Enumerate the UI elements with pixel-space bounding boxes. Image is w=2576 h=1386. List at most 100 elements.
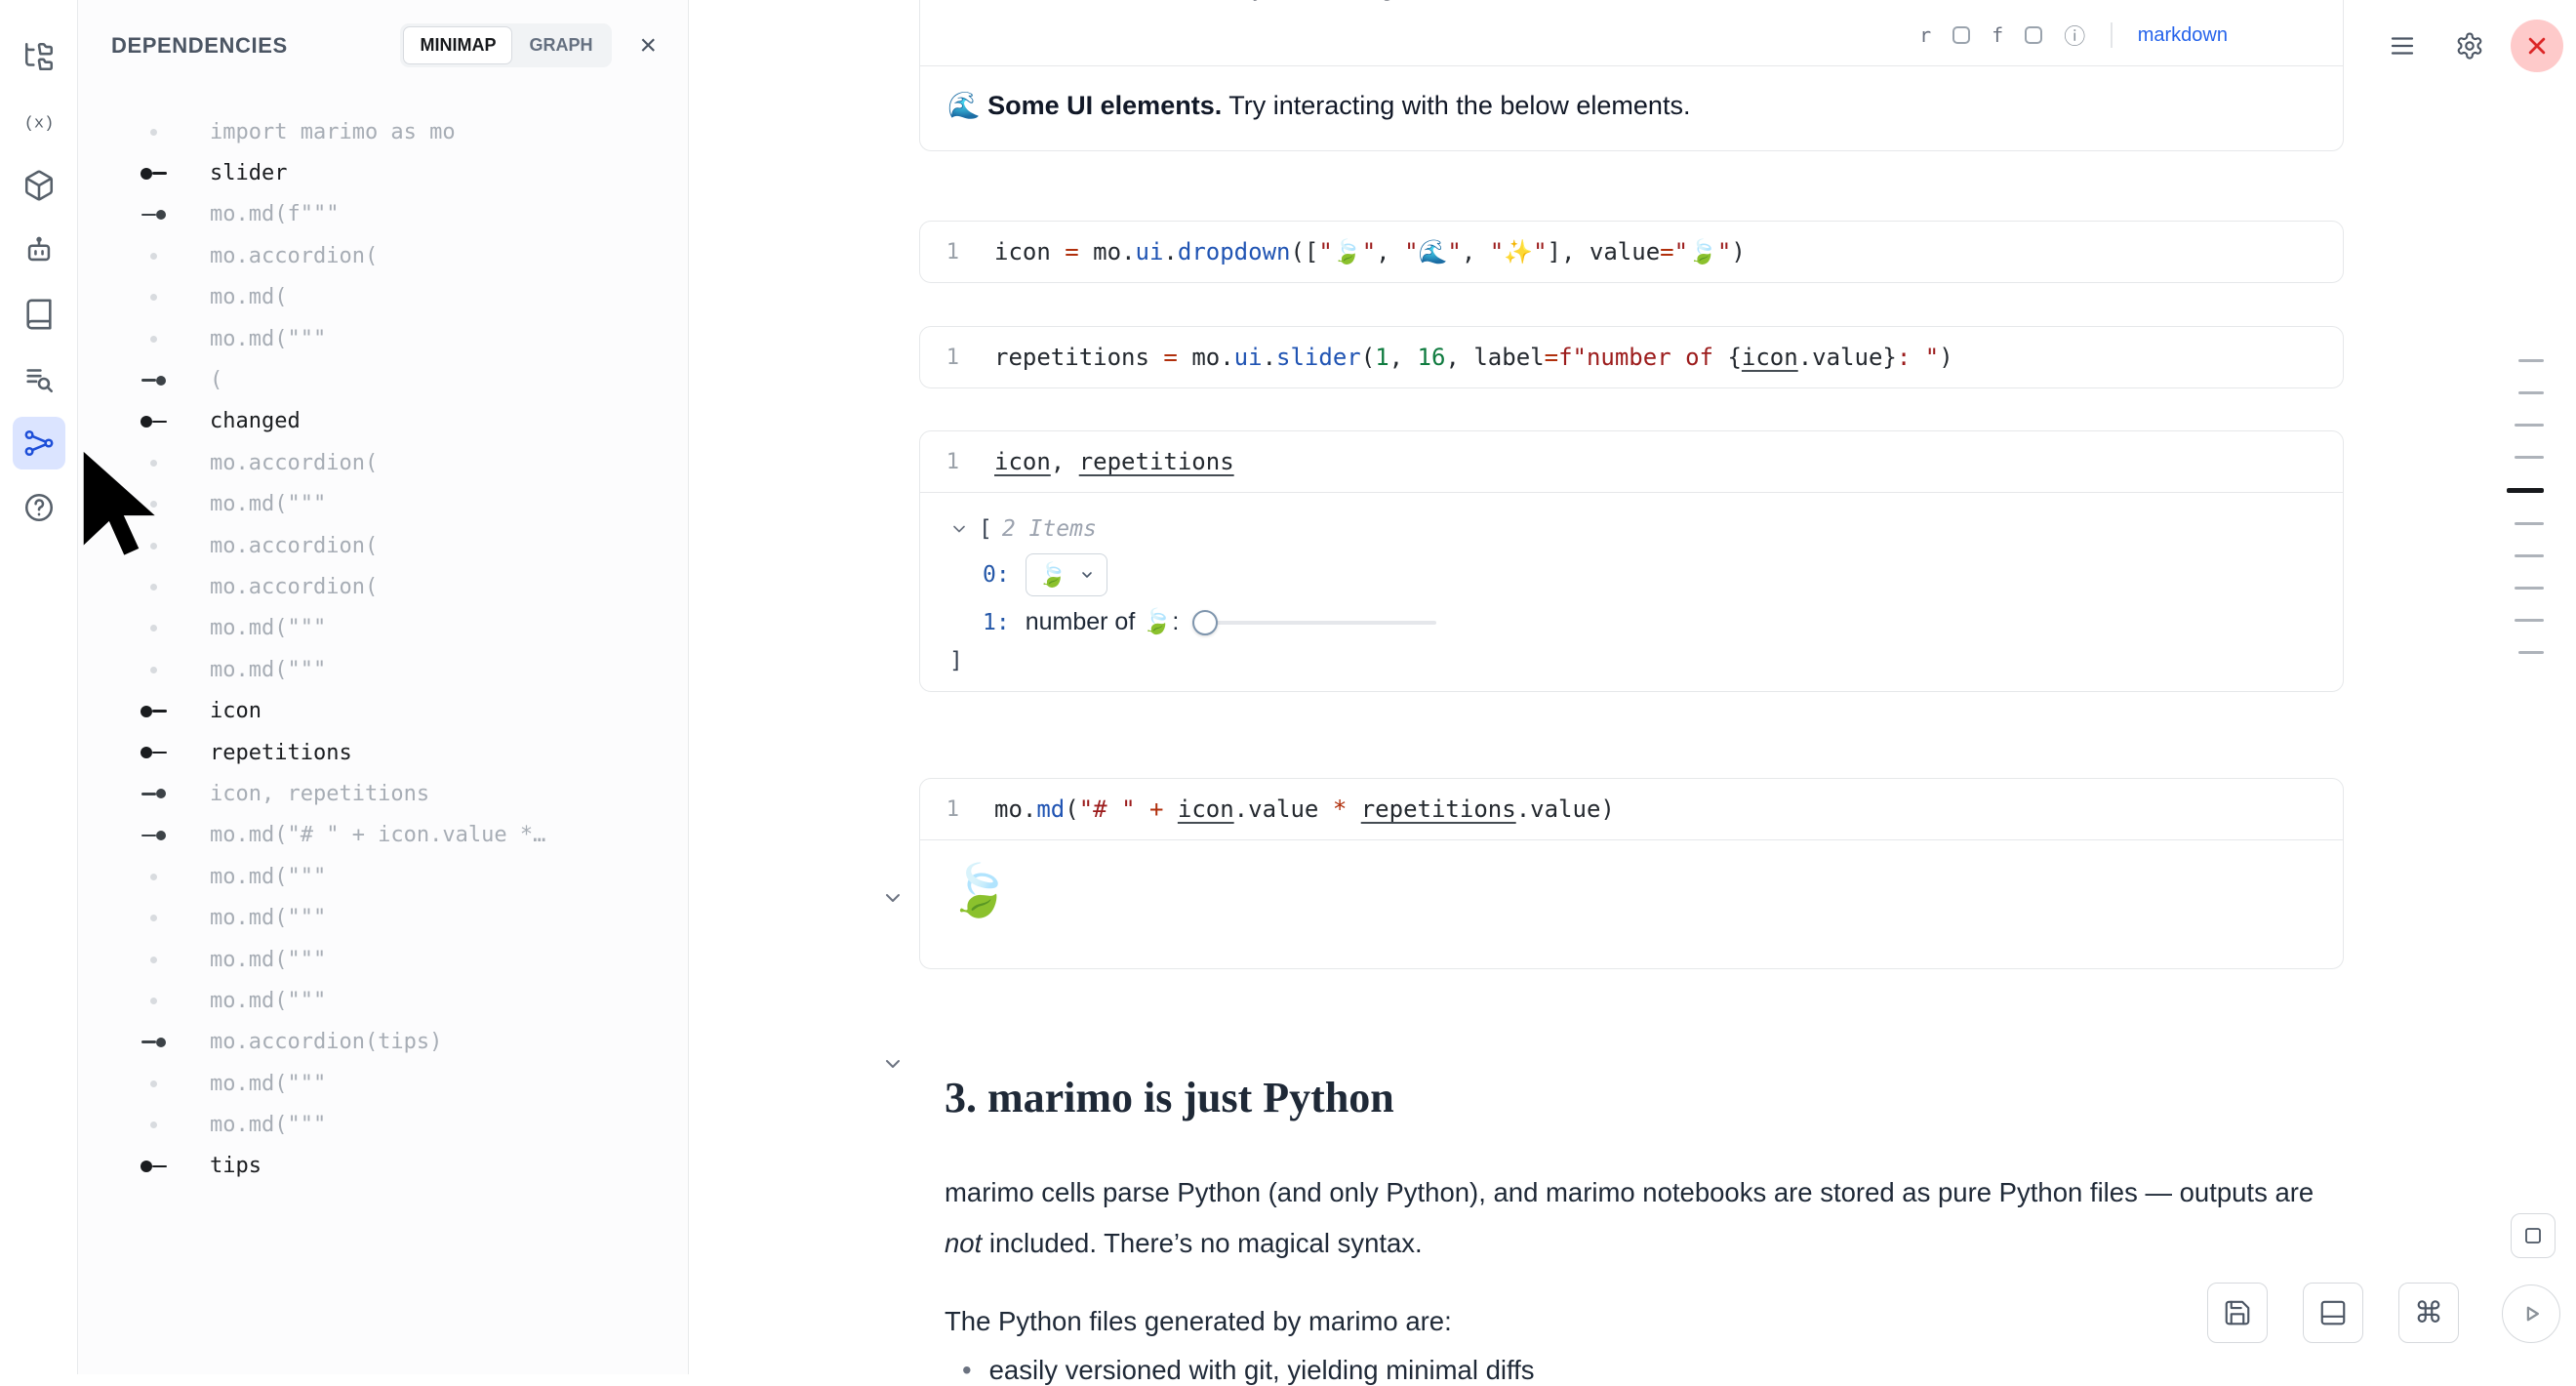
variable-link[interactable]: icon [1742, 344, 1798, 371]
slider-track[interactable] [1192, 621, 1436, 625]
variable-link[interactable]: icon [994, 448, 1051, 475]
keyboard-shortcuts-button[interactable]: ⌘ [2398, 1283, 2459, 1343]
dep-list-item[interactable]: slider [117, 152, 688, 193]
chevron-down-icon[interactable] [881, 886, 905, 913]
code-token: = [1660, 238, 1673, 265]
variable-link[interactable]: icon [1178, 795, 1234, 823]
code-line: mo.md("# " + icon.value * repetitions.va… [994, 795, 1615, 823]
variables-icon[interactable]: (x) [13, 95, 65, 147]
markdown-editor[interactable]: 🌊 Some UI elements. Try interacting with… [920, 0, 2343, 13]
dependencies-panel-header: DEPENDENCIES MINIMAP GRAPH × [78, 0, 688, 67]
command-icon: ⌘ [2414, 1296, 2443, 1330]
code-token: value [1590, 238, 1660, 265]
settings-button[interactable] [2443, 20, 2496, 72]
minimap-line[interactable] [2515, 619, 2544, 622]
code-token [1318, 795, 1332, 823]
dep-list-item[interactable]: icon [117, 690, 688, 731]
code-editor[interactable]: 1 mo.md("# " + icon.value * repetitions.… [920, 779, 2343, 839]
reactive-toggle-checkbox[interactable] [1952, 26, 1970, 44]
md-src-rest: Try interacting with the below elements. [1222, 0, 1690, 1]
minimap-line[interactable] [2515, 587, 2544, 590]
dep-list-item[interactable]: mo.accordion( [117, 525, 688, 566]
dep-list-item[interactable]: mo.md(""" [117, 1063, 688, 1104]
dep-list-item[interactable]: mo.accordion(tips) [117, 1022, 688, 1063]
dep-list-item[interactable]: ( [117, 359, 688, 400]
minimap-line[interactable] [2515, 424, 2544, 427]
format-toggle-checkbox[interactable] [2025, 26, 2042, 44]
tab-minimap[interactable]: MINIMAP [403, 26, 512, 64]
dependencies-icon[interactable] [13, 417, 65, 469]
shutdown-button[interactable] [2511, 20, 2563, 72]
dep-list-item[interactable]: mo.md(""" [117, 318, 688, 359]
dep-list-item[interactable]: mo.md(""" [117, 980, 688, 1021]
dep-list-item[interactable]: mo.md( [117, 277, 688, 318]
info-icon[interactable]: ⓘ [2058, 19, 2091, 52]
code-token: ) [1600, 795, 1614, 823]
dep-item-label: mo.md( [210, 285, 287, 309]
dropdown-select[interactable]: 🍃 [1026, 553, 1107, 596]
dep-list-item[interactable]: icon, repetitions [117, 773, 688, 814]
file-tree-icon[interactable] [13, 30, 65, 83]
dep-list-item[interactable]: mo.md(""" [117, 1104, 688, 1145]
packages-icon[interactable] [13, 159, 65, 212]
dep-item-label: mo.md(""" [210, 948, 326, 972]
dep-list-item[interactable]: changed [117, 401, 688, 442]
dep-list-item[interactable]: import marimo as mo [117, 111, 688, 152]
variable-link[interactable]: repetitions [1079, 448, 1234, 475]
chevron-down-icon[interactable] [949, 519, 969, 539]
dep-list-item[interactable]: mo.accordion( [117, 566, 688, 607]
tree-key: 0: [983, 562, 1010, 588]
dep-list-item[interactable]: mo.md(""" [117, 897, 688, 938]
dep-list-item[interactable]: mo.accordion( [117, 235, 688, 276]
code-editor[interactable]: 1 repetitions = mo.ui.slider(1, 16, labe… [920, 327, 2343, 387]
docs-icon[interactable] [13, 288, 65, 341]
minimap-line[interactable] [2507, 488, 2544, 493]
panel-toggle-button[interactable] [2511, 1213, 2556, 1258]
svg-text:(x): (x) [23, 114, 54, 133]
save-button[interactable] [2207, 1283, 2268, 1343]
code-token [1051, 238, 1065, 265]
code-token: , [1376, 238, 1404, 265]
dep-list-item[interactable]: mo.md(f""" [117, 194, 688, 235]
help-icon[interactable] [13, 481, 65, 534]
menu-button[interactable] [2376, 20, 2429, 72]
dep-list-item[interactable]: mo.accordion( [117, 442, 688, 483]
code-line: icon, repetitions [994, 448, 1234, 475]
dep-list-item[interactable]: repetitions [117, 732, 688, 773]
dep-list-item[interactable]: mo.md(""" [117, 484, 688, 525]
minimap-line[interactable] [2515, 522, 2544, 525]
tree-row-1: 1: number of 🍃: [949, 608, 2343, 636]
dep-marker-ref-icon [117, 831, 190, 840]
minimap-line[interactable] [2518, 391, 2544, 394]
minimap-line[interactable] [2518, 651, 2544, 654]
repetitions-slider[interactable] [1192, 609, 1436, 636]
code-token: ( [1065, 795, 1078, 823]
code-editor[interactable]: 1 icon, repetitions [920, 431, 2343, 492]
dep-list-item[interactable]: mo.md(""" [117, 856, 688, 897]
code-token: value [1248, 795, 1318, 823]
dep-list-item[interactable]: mo.md(""" [117, 608, 688, 649]
tree-header: [ 2 Items [949, 516, 2343, 542]
reactive-toggle-label[interactable]: r [1913, 22, 1937, 48]
tab-graph[interactable]: GRAPH [512, 26, 609, 64]
code-editor[interactable]: 1 icon = mo.ui.dropdown(["🍃", "🌊", "✨"],… [920, 222, 2343, 282]
close-panel-button[interactable]: × [633, 30, 663, 61]
minimap-line[interactable] [2515, 456, 2544, 459]
language-label[interactable]: markdown [2132, 23, 2234, 48]
run-button[interactable] [2502, 1284, 2560, 1343]
tree-bracket-open: [ [979, 516, 992, 542]
dep-list-item[interactable]: tips [117, 1146, 688, 1187]
chevron-down-icon[interactable] [881, 1052, 905, 1079]
format-toggle-label[interactable]: f [1986, 22, 2009, 48]
minimap-line[interactable] [2518, 359, 2544, 362]
dep-list-item[interactable]: mo.md(""" [117, 939, 688, 980]
dep-list-item[interactable]: mo.md("# " + icon.value *… [117, 815, 688, 856]
line-number: 1 [920, 450, 971, 474]
minimap-line[interactable] [2515, 554, 2544, 557]
bot-icon[interactable] [13, 224, 65, 276]
dep-list-item[interactable]: mo.md(""" [117, 649, 688, 690]
variable-link[interactable]: repetitions [1361, 795, 1516, 823]
slider-knob[interactable] [1192, 610, 1218, 635]
cell-layout-button[interactable] [2303, 1283, 2363, 1343]
logs-icon[interactable] [13, 352, 65, 405]
